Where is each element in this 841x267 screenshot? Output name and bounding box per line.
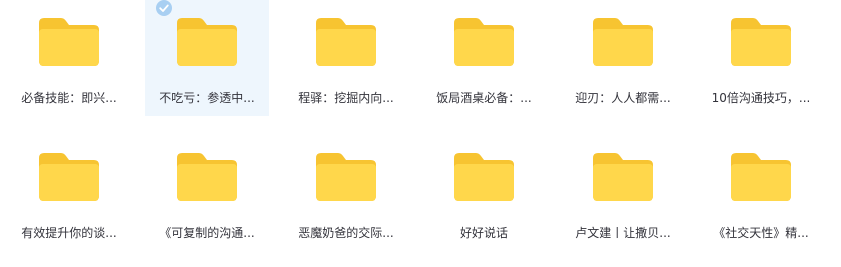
folder-item[interactable]: 迎刃：人人都需...	[561, 0, 685, 116]
folder-name: 好好说话	[459, 226, 508, 240]
folder-icon	[316, 153, 376, 201]
folder-name: 《社交天性》精...	[713, 226, 809, 240]
folder-icon	[39, 18, 99, 66]
check-circle-icon[interactable]	[156, 0, 172, 16]
folder-item[interactable]: 《社交天性》精...	[699, 135, 823, 251]
folder-icon	[177, 153, 237, 201]
folder-icon	[454, 18, 514, 66]
folder-icon	[731, 153, 791, 201]
file-grid: 必备技能：即兴... 不吃亏：参透中... 程驿：挖掘内向... 饭局酒桌必备：…	[0, 0, 841, 267]
folder-icon	[593, 18, 653, 66]
folder-item[interactable]: 好好说话	[422, 135, 546, 251]
folder-item[interactable]: 恶魔奶爸的交际...	[284, 135, 408, 251]
folder-name: 必备技能：即兴...	[21, 91, 117, 105]
folder-icon	[454, 153, 514, 201]
folder-name: 卢文建丨让撒贝...	[575, 226, 671, 240]
folder-name: 《可复制的沟通...	[159, 226, 255, 240]
folder-item[interactable]: 卢文建丨让撒贝...	[561, 135, 685, 251]
folder-item-selected[interactable]: 不吃亏：参透中...	[145, 0, 269, 116]
folder-item[interactable]: 必备技能：即兴...	[7, 0, 131, 116]
folder-icon	[39, 153, 99, 201]
folder-icon	[316, 18, 376, 66]
folder-item[interactable]: 有效提升你的谈...	[7, 135, 131, 251]
folder-name: 不吃亏：参透中...	[159, 91, 255, 105]
folder-icon	[593, 153, 653, 201]
folder-item[interactable]: 《可复制的沟通...	[145, 135, 269, 251]
folder-name: 程驿：挖掘内向...	[298, 91, 394, 105]
folder-item[interactable]: 10倍沟通技巧，...	[699, 0, 823, 116]
folder-icon	[177, 18, 237, 66]
folder-name: 有效提升你的谈...	[21, 226, 117, 240]
folder-icon	[731, 18, 791, 66]
folder-item[interactable]: 程驿：挖掘内向...	[284, 0, 408, 116]
folder-name: 迎刃：人人都需...	[575, 91, 671, 105]
folder-name: 10倍沟通技巧，...	[711, 91, 811, 105]
folder-item[interactable]: 饭局酒桌必备：...	[422, 0, 546, 116]
folder-name: 恶魔奶爸的交际...	[298, 226, 394, 240]
folder-name: 饭局酒桌必备：...	[436, 91, 532, 105]
